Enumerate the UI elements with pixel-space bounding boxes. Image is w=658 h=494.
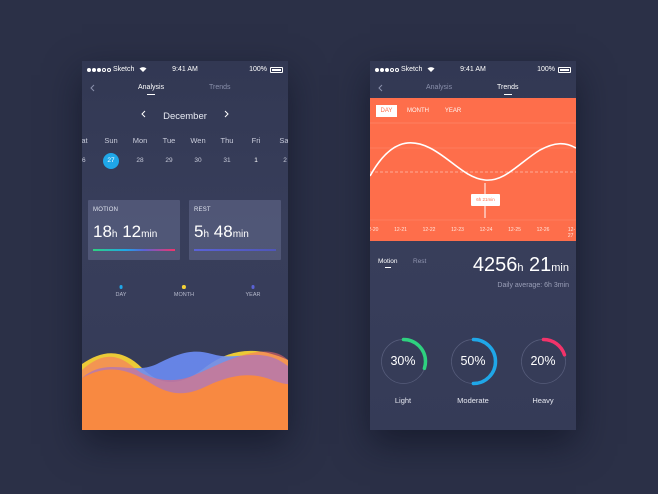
legend-month[interactable]: MONTH: [174, 285, 194, 298]
rest-value: 5h 48min: [194, 222, 249, 241]
motion-card[interactable]: MOTION 18h 12min: [88, 200, 180, 260]
x-tick-label: 12-24: [479, 227, 493, 233]
motion-bar: [93, 249, 175, 251]
x-tick-label: 12-20: [370, 227, 379, 233]
ring-label: Light: [394, 396, 412, 405]
battery-status: 100%: [249, 66, 283, 73]
trends-screen: Sketch 9:41 AM 100% Analysis Trends DAY …: [370, 61, 576, 430]
legend: DAY MONTH YEAR: [82, 285, 288, 299]
calendar-date[interactable]: 26: [82, 157, 86, 164]
calendar-date[interactable]: 2: [283, 157, 287, 164]
calendar-date[interactable]: 31: [223, 157, 230, 164]
month-label: December: [163, 111, 207, 122]
analysis-screen: Sketch 9:41 AM 100% Analysis Trends Dece…: [82, 61, 288, 430]
ring-percent: 30%: [390, 354, 416, 368]
weekday-label: Thu: [220, 136, 234, 145]
weekday-label: Fri: [251, 136, 261, 145]
calendar-date[interactable]: 28: [136, 157, 143, 164]
legend-year-dot: [251, 285, 255, 289]
legend-day-dot: [119, 285, 123, 289]
tab-trends[interactable]: Trends: [209, 84, 231, 91]
back-chevron-icon[interactable]: [376, 83, 386, 93]
battery-status: 100%: [537, 66, 571, 73]
summary-tab-motion[interactable]: Motion: [378, 258, 398, 268]
x-tick-label: 12-22: [422, 227, 436, 233]
status-bar: Sketch 9:41 AM 100%: [370, 61, 576, 79]
nav-bar: Analysis Trends: [370, 81, 576, 99]
calendar-date[interactable]: 30: [194, 157, 201, 164]
x-tick-label: 12-27: [567, 227, 576, 239]
ring-label: Moderate: [457, 396, 489, 405]
ring-moderate[interactable]: 50%: [448, 336, 499, 387]
motion-value: 18h 12min: [93, 222, 158, 241]
legend-year-label: YEAR: [245, 291, 261, 298]
calendar-date[interactable]: 27: [103, 153, 119, 169]
next-month-icon[interactable]: [221, 109, 231, 119]
ring-label: Heavy: [532, 396, 554, 405]
trend-chart: [370, 122, 576, 221]
battery-icon: [558, 66, 571, 73]
x-tick-label: 12-21: [394, 227, 407, 233]
legend-month-label: MONTH: [173, 291, 195, 298]
daily-average: Daily average: 6h 3min: [497, 282, 569, 289]
motion-label: MOTION: [93, 207, 119, 213]
rest-bar: [194, 249, 276, 251]
legend-day-label: DAY: [115, 291, 127, 298]
wave-chart: [82, 350, 288, 430]
weekday-label: Sat: [279, 136, 288, 145]
legend-day[interactable]: DAY: [115, 285, 127, 298]
weekday-label: Wen: [190, 136, 206, 145]
legend-month-dot: [182, 285, 186, 289]
rest-label: REST: [194, 207, 211, 213]
weekday-label: Tue: [162, 136, 176, 145]
calendar-date[interactable]: 1: [254, 157, 258, 164]
tab-trends[interactable]: Trends: [497, 84, 519, 95]
summary-tab-rest[interactable]: Rest: [413, 258, 426, 265]
legend-year[interactable]: YEAR: [245, 285, 261, 298]
tab-analysis[interactable]: Analysis: [138, 84, 164, 95]
tab-analysis[interactable]: Analysis: [426, 84, 452, 91]
x-tick-label: 12-23: [451, 227, 464, 233]
trend-chart-panel: DAY MONTH YEAR 6h 21min: [370, 98, 576, 241]
x-tick-label: 12-25: [508, 227, 521, 233]
weekday-label: Sun: [104, 136, 118, 145]
battery-icon: [270, 66, 283, 73]
weekday-label: Sat: [82, 136, 88, 145]
status-bar: Sketch 9:41 AM 100%: [82, 61, 288, 79]
back-chevron-icon[interactable]: [88, 83, 98, 93]
x-tick-label: 12-26: [536, 227, 550, 233]
calendar-date[interactable]: 29: [165, 157, 172, 164]
trend-tooltip: 6h 21min: [471, 194, 500, 206]
nav-bar: Analysis Trends: [82, 81, 288, 99]
battery-percent: 100%: [537, 66, 555, 73]
total-duration: 4256h 21min: [472, 254, 569, 276]
rest-card[interactable]: REST 5h 48min: [189, 200, 281, 260]
weekday-row: Sat Sun Mon Tue Wen Thu Fri Sat: [82, 136, 288, 148]
date-row: 26 27 28 29 30 31 1 2: [82, 153, 288, 169]
weekday-label: Mon: [132, 136, 148, 145]
ring-percent: 50%: [460, 354, 486, 368]
ring-percent: 20%: [530, 354, 556, 368]
month-selector: December: [82, 107, 288, 123]
trend-line: [370, 142, 576, 181]
battery-percent: 100%: [249, 66, 267, 73]
ring-light[interactable]: 30%: [378, 336, 429, 387]
ring-heavy[interactable]: 20%: [518, 336, 569, 387]
